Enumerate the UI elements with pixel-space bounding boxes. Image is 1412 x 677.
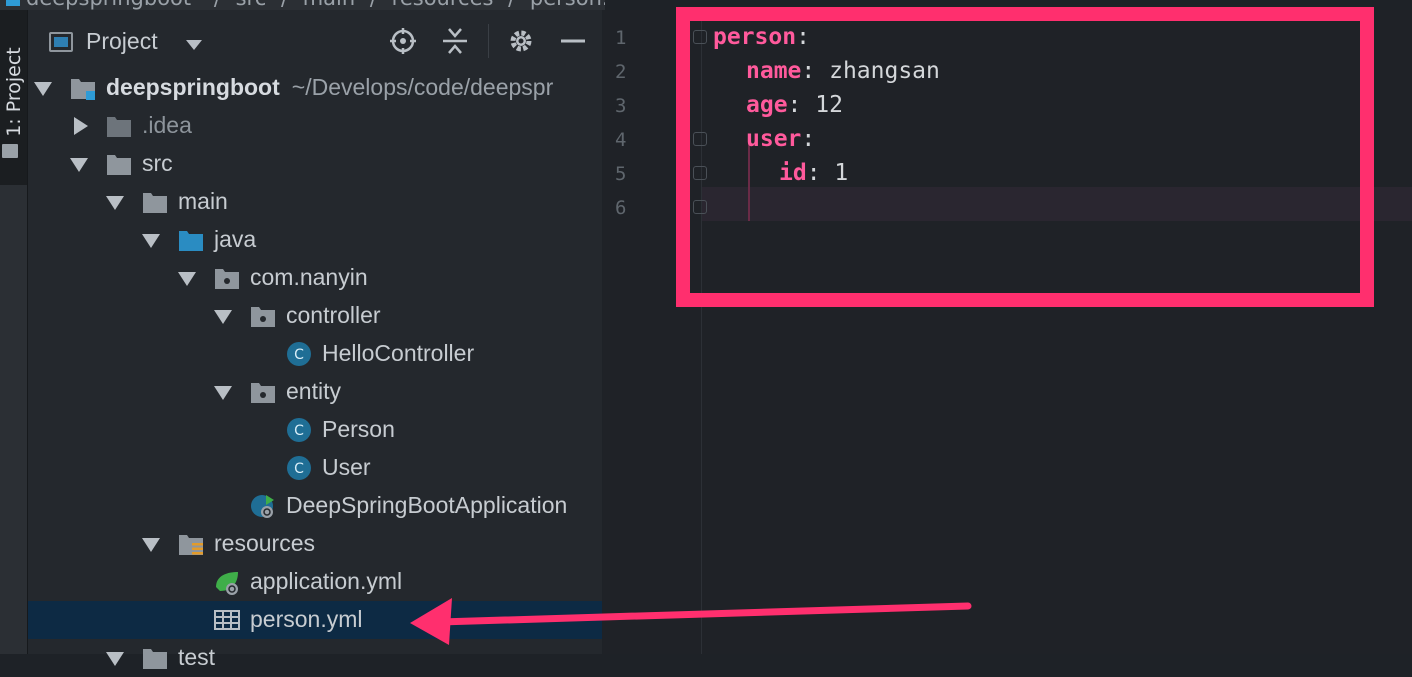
chevron-right-icon[interactable] [74,117,88,135]
locate-icon[interactable] [388,26,418,56]
tree-item-java[interactable]: java [28,221,602,259]
tree-item-label: resources [214,530,315,556]
tree-item-label: entity [286,378,341,404]
folder-icon [107,117,131,137]
tree-item-application-yml[interactable]: application.yml [28,563,602,601]
class-icon: C [287,456,311,480]
tree-item-label: src [142,150,173,176]
source-folder-icon [179,231,203,251]
tree-item-label: com.nanyin [250,264,368,290]
line-number: 5 [615,163,627,185]
tree-item-entity[interactable]: entity [28,373,602,411]
tree-item-person[interactable]: C Person [28,411,602,449]
tree-item-main[interactable]: main [28,183,602,221]
breadcrumb-item-resources[interactable]: resources [392,0,494,10]
chevron-down-icon[interactable] [142,538,160,552]
class-icon: C [287,418,311,442]
folder-icon [2,144,18,158]
line-number: 1 [615,27,627,49]
tree-item-label: Person [322,416,395,442]
gear-icon[interactable] [506,26,536,56]
tree-item-hellocontroller[interactable]: C HelloController [28,335,602,373]
tree-item-controller[interactable]: controller [28,297,602,335]
resources-folder-icon [179,535,203,555]
tree-item-person-yml[interactable]: person.yml [28,601,602,639]
line-number: 6 [615,197,627,219]
tree-item-label: main [178,188,228,214]
folder-icon [143,649,167,669]
collapse-icon[interactable] [440,26,470,56]
tree-item-deepspringbootapplication[interactable]: DeepSpringBootApplication [28,487,602,525]
header-divider [488,24,489,58]
line-number: 2 [615,61,627,83]
tree-item-label: application.yml [250,568,403,594]
project-tool-tab[interactable]: 1: Project [0,10,27,185]
yaml-file-icon [214,610,240,630]
spring-config-icon [216,572,238,595]
svg-text:C: C [294,461,304,477]
project-module-icon [71,79,95,100]
line-number: 3 [615,95,627,117]
svg-text:C: C [294,423,304,439]
package-icon [251,383,275,403]
spring-boot-class-icon [251,495,274,518]
chevron-down-icon[interactable] [106,196,124,210]
chevron-down-icon[interactable] [142,234,160,248]
tree-item-com-nanyin[interactable]: com.nanyin [28,259,602,297]
breadcrumb-item-project[interactable]: deepspringboot [6,0,199,10]
tree-item-resources[interactable]: resources [28,525,602,563]
tool-window-strip: 1: Project [0,10,28,654]
chevron-down-icon[interactable] [178,272,196,286]
breadcrumb-item-main[interactable]: main [303,0,355,10]
annotation-highlight-box [676,7,1374,307]
tree-item-label: java [214,226,257,252]
tree-item-label: deepspringboot ~/Develops/code/deepspr [106,74,554,100]
tree-item-src[interactable]: src [28,145,602,183]
svg-text:C: C [294,347,304,363]
breadcrumb: deepspringboot / src / main / resources … [0,0,605,10]
package-icon [251,307,275,327]
folder-icon [107,155,131,175]
tree-item-test[interactable]: test [28,639,602,677]
project-module-icon [6,0,20,6]
chevron-down-icon[interactable] [214,310,232,324]
tree-item-label: controller [286,302,381,328]
tree-item-user[interactable]: C User [28,449,602,487]
tree-item-label: test [178,644,216,670]
tree-item-label: User [322,454,371,480]
package-icon [215,269,239,289]
chevron-down-icon[interactable] [106,652,124,666]
tree-item-label: .idea [142,112,192,138]
minimize-icon[interactable] [558,26,588,56]
breadcrumb-item-file[interactable]: person.yml [530,0,605,10]
class-icon: C [287,342,311,366]
tree-item-idea[interactable]: .idea [28,107,602,145]
tree-item-project-root[interactable]: deepspringboot ~/Develops/code/deepspr [28,69,602,107]
project-view-icon [49,32,73,52]
breadcrumb-item-src[interactable]: src [236,0,267,10]
chevron-down-icon[interactable] [34,82,52,96]
chevron-down-icon[interactable] [70,158,88,172]
project-panel-header: Project [28,10,602,72]
line-number: 4 [615,129,627,151]
project-view-selector[interactable]: Project [86,28,158,55]
tree-item-label: HelloController [322,340,475,366]
chevron-down-icon[interactable] [186,40,202,50]
tree-item-label: person.yml [250,606,363,632]
project-panel: Project deepspringboot ~/Develops/code/de… [28,10,602,670]
chevron-down-icon[interactable] [214,386,232,400]
folder-icon [143,193,167,213]
tree-item-label: DeepSpringBootApplication [286,492,568,518]
